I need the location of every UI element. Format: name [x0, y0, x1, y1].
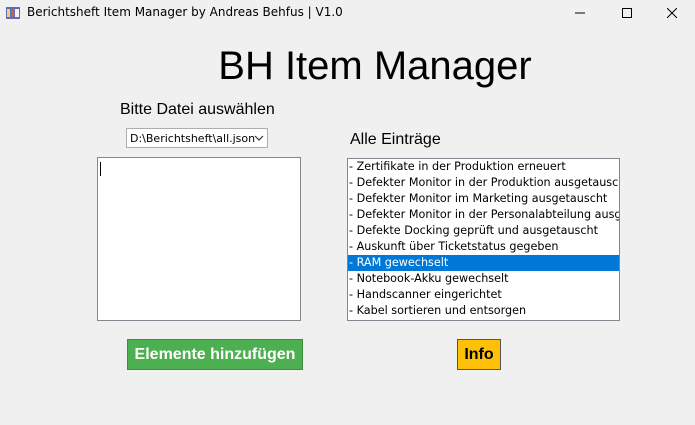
list-item[interactable]: - Defekter Monitor in der Personalabteil…	[348, 207, 619, 223]
entries-listbox[interactable]: - Zertifikate in der Produktion erneuert…	[347, 158, 620, 321]
minimize-icon	[575, 12, 585, 14]
app-icon	[6, 7, 20, 19]
file-select-label: Bitte Datei auswählen	[120, 101, 275, 118]
list-item-selected[interactable]: - RAM gewechselt	[348, 255, 619, 271]
list-item[interactable]: - Defekte Docking geprüft und ausgetausc…	[348, 223, 619, 239]
entries-label: Alle Einträge	[350, 131, 441, 148]
list-item[interactable]: - Defekter Monitor in der Produktion aus…	[348, 175, 619, 191]
list-item[interactable]: - Zertifikate in der Produktion erneuert	[348, 159, 619, 175]
title-bar: Berichtsheft Item Manager by Andreas Beh…	[0, 0, 695, 26]
file-select-dropdown[interactable]: D:\Berichtsheft\all.json	[126, 128, 268, 148]
maximize-icon	[622, 8, 632, 18]
text-caret	[100, 162, 101, 176]
window-title: Berichtsheft Item Manager by Andreas Beh…	[27, 5, 343, 19]
chevron-down-icon	[254, 135, 264, 141]
file-select-value: D:\Berichtsheft\all.json	[130, 132, 256, 145]
close-button[interactable]	[649, 0, 695, 26]
close-icon	[667, 8, 677, 18]
minimize-button[interactable]	[557, 0, 603, 26]
maximize-button[interactable]	[604, 0, 650, 26]
list-item[interactable]: - Auskunft über Ticketstatus gegeben	[348, 239, 619, 255]
list-item[interactable]: - Defekter Monitor im Marketing ausgetau…	[348, 191, 619, 207]
list-item[interactable]: - Notebook-Akku gewechselt	[348, 271, 619, 287]
list-item[interactable]: - Handscanner eingerichtet	[348, 287, 619, 303]
entry-input-textarea[interactable]	[97, 157, 301, 321]
add-elements-button[interactable]: Elemente hinzufügen	[127, 339, 303, 370]
page-title: BH Item Manager	[218, 44, 532, 88]
list-item[interactable]: - Kabel sortieren und entsorgen	[348, 303, 619, 319]
info-button[interactable]: Info	[457, 339, 501, 370]
